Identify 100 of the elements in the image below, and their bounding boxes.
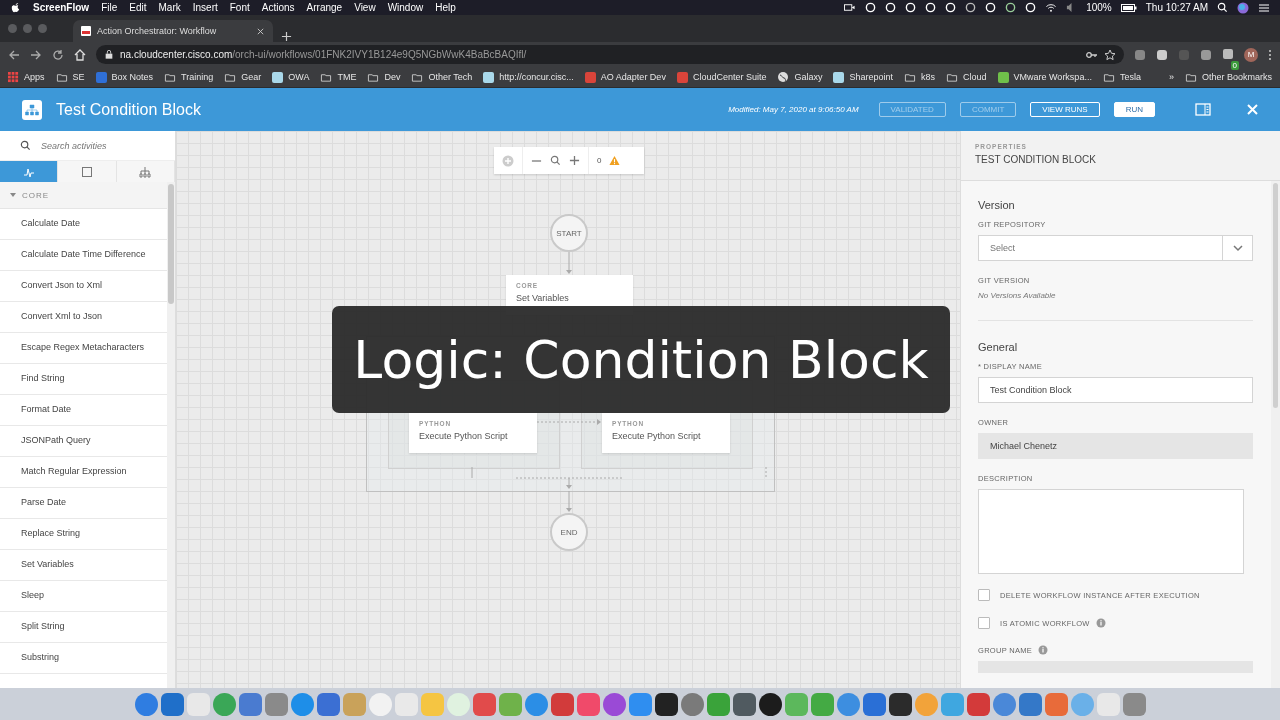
select-field[interactable]: Select xyxy=(978,235,1222,261)
menu-item[interactable]: Arrange xyxy=(306,2,343,13)
hierarchy-icon xyxy=(139,165,152,178)
extension-icon[interactable] xyxy=(1222,47,1234,60)
camera-icon[interactable] xyxy=(843,2,857,13)
bookmark-link[interactable]: http://concur.cisc... xyxy=(499,72,574,82)
palette-tab[interactable] xyxy=(116,161,175,182)
folder-icon xyxy=(904,71,916,83)
bookmark-link[interactable]: Other Tech xyxy=(428,72,473,82)
battery-icon[interactable] xyxy=(1120,1,1137,14)
menu-item[interactable]: Font xyxy=(229,2,250,13)
input-field[interactable]: Test Condition Block xyxy=(979,377,1252,403)
menu-item[interactable]: Actions xyxy=(261,2,295,13)
menu-clock[interactable]: Thu 10:27 AM xyxy=(1145,2,1208,13)
panel-title: TEST CONDITION BLOCK xyxy=(975,154,1097,165)
gradient-orb-icon[interactable] xyxy=(1237,1,1249,14)
end-node[interactable]: END xyxy=(550,513,588,551)
extension-icon[interactable] xyxy=(1200,48,1212,61)
back-icon[interactable] xyxy=(8,48,20,61)
window-zoom-button[interactable] xyxy=(38,24,47,33)
star-icon[interactable] xyxy=(1104,48,1116,61)
bookmark-link[interactable]: CloudCenter Suite xyxy=(692,72,767,82)
address-bar[interactable]: na.cloudcenter.cisco.com/orch-ui/workflows/01FNK2IVY1B124e9Q5NGbWwK4BaBcBAQIfl/ xyxy=(96,45,1124,64)
extension-icon[interactable] xyxy=(1134,48,1146,61)
close-icon[interactable] xyxy=(256,26,265,36)
header-action-button[interactable]: RUN xyxy=(1113,102,1155,117)
menu-item[interactable]: View xyxy=(354,2,376,13)
checkbox[interactable] xyxy=(978,589,990,601)
start-node[interactable]: START xyxy=(550,214,588,252)
search-icon[interactable] xyxy=(1217,2,1228,13)
bookmark-link[interactable]: Box Notes xyxy=(111,72,154,82)
apps-grid-icon xyxy=(8,71,19,83)
dropdown-button[interactable] xyxy=(1222,235,1253,261)
menu-item[interactable]: Insert xyxy=(192,2,218,13)
more-icon[interactable] xyxy=(1268,48,1272,61)
bookmark-link[interactable]: OWA xyxy=(288,72,310,82)
scrollbar-thumb[interactable] xyxy=(1273,183,1278,408)
input-field[interactable]: Michael Chenetz xyxy=(979,433,1252,459)
bookmark-link[interactable]: Training xyxy=(181,72,214,82)
bookmark-link[interactable]: TME xyxy=(337,72,357,82)
menu-item[interactable]: File xyxy=(101,2,118,13)
window-close-button[interactable] xyxy=(8,24,17,33)
category-header[interactable]: CORE xyxy=(0,182,167,209)
bookmark-link[interactable]: Other Bookmarks xyxy=(1201,72,1272,82)
add-circle-icon[interactable] xyxy=(502,154,514,167)
window-minimize-button[interactable] xyxy=(23,24,32,33)
warning-icon[interactable] xyxy=(609,155,621,166)
bookmarks-overflow[interactable]: » xyxy=(1168,72,1174,82)
list-icon[interactable] xyxy=(1258,1,1270,14)
bookmark-link[interactable]: Galaxy xyxy=(794,72,823,82)
new-tab-icon[interactable] xyxy=(281,31,292,42)
scrollbar-thumb[interactable] xyxy=(168,184,174,304)
search-field[interactable]: Search activities xyxy=(39,139,163,152)
menu-item[interactable]: Help xyxy=(435,2,456,13)
profile-avatar[interactable]: M xyxy=(1244,47,1258,62)
bookmark-link[interactable]: AO Adapter Dev xyxy=(600,72,666,82)
wifi-icon[interactable] xyxy=(1045,2,1058,13)
app-icon[interactable] xyxy=(888,692,912,716)
category-label: CORE xyxy=(22,190,50,200)
apple-icon[interactable] xyxy=(10,2,21,13)
folder-icon xyxy=(224,71,237,83)
connector-arrow xyxy=(536,419,601,425)
bookmark-link[interactable]: Gear xyxy=(241,72,262,82)
bookmark-link[interactable]: SE xyxy=(72,72,85,82)
home-icon[interactable] xyxy=(74,48,86,61)
folder-icon xyxy=(1184,71,1197,83)
forward-icon[interactable] xyxy=(30,48,42,61)
bookmark-link[interactable]: Dev xyxy=(384,72,401,82)
bookmark-link[interactable]: Cloud xyxy=(963,72,987,82)
palette-tab[interactable] xyxy=(0,161,59,182)
section-heading: General xyxy=(978,341,1019,353)
menu-item[interactable]: ScreenFlow xyxy=(33,2,90,13)
description-field[interactable] xyxy=(978,489,1244,574)
app-icon[interactable] xyxy=(654,692,678,716)
bookmark-link[interactable]: Tesla xyxy=(1119,72,1141,82)
bookmark-link[interactable]: k8s xyxy=(921,72,935,82)
browser-tab[interactable]: Action Orchestrator: Workflow xyxy=(73,20,273,42)
app-icon[interactable] xyxy=(758,692,782,716)
favicon-icon xyxy=(81,26,91,36)
folder-icon xyxy=(164,71,177,83)
extension-badge: 0 xyxy=(1230,60,1239,70)
info-icon xyxy=(1038,645,1049,655)
menu-item[interactable]: Window xyxy=(387,2,424,13)
menu-item[interactable]: Mark xyxy=(158,2,181,13)
menu-item[interactable]: Edit xyxy=(129,2,147,13)
reload-icon[interactable] xyxy=(52,48,64,61)
status-circle-icon[interactable] xyxy=(965,2,977,13)
checkbox[interactable] xyxy=(978,617,990,629)
task-title: Set Variables xyxy=(516,293,570,303)
extension-icon[interactable] xyxy=(1156,48,1168,61)
palette-tab[interactable] xyxy=(58,161,117,182)
field-value: No Versions Available xyxy=(978,291,1057,300)
folder-icon xyxy=(320,71,333,83)
folder-icon xyxy=(946,71,958,83)
bookmark-link[interactable]: Apps xyxy=(24,72,45,82)
bookmark-link[interactable]: VMware Workspa... xyxy=(1013,72,1092,82)
panel-toggle-icon[interactable] xyxy=(1195,103,1211,116)
bookmark-link[interactable]: Sharepoint xyxy=(849,72,893,82)
zoom-in-icon[interactable] xyxy=(569,155,580,166)
status-circle-icon[interactable] xyxy=(1005,2,1017,13)
